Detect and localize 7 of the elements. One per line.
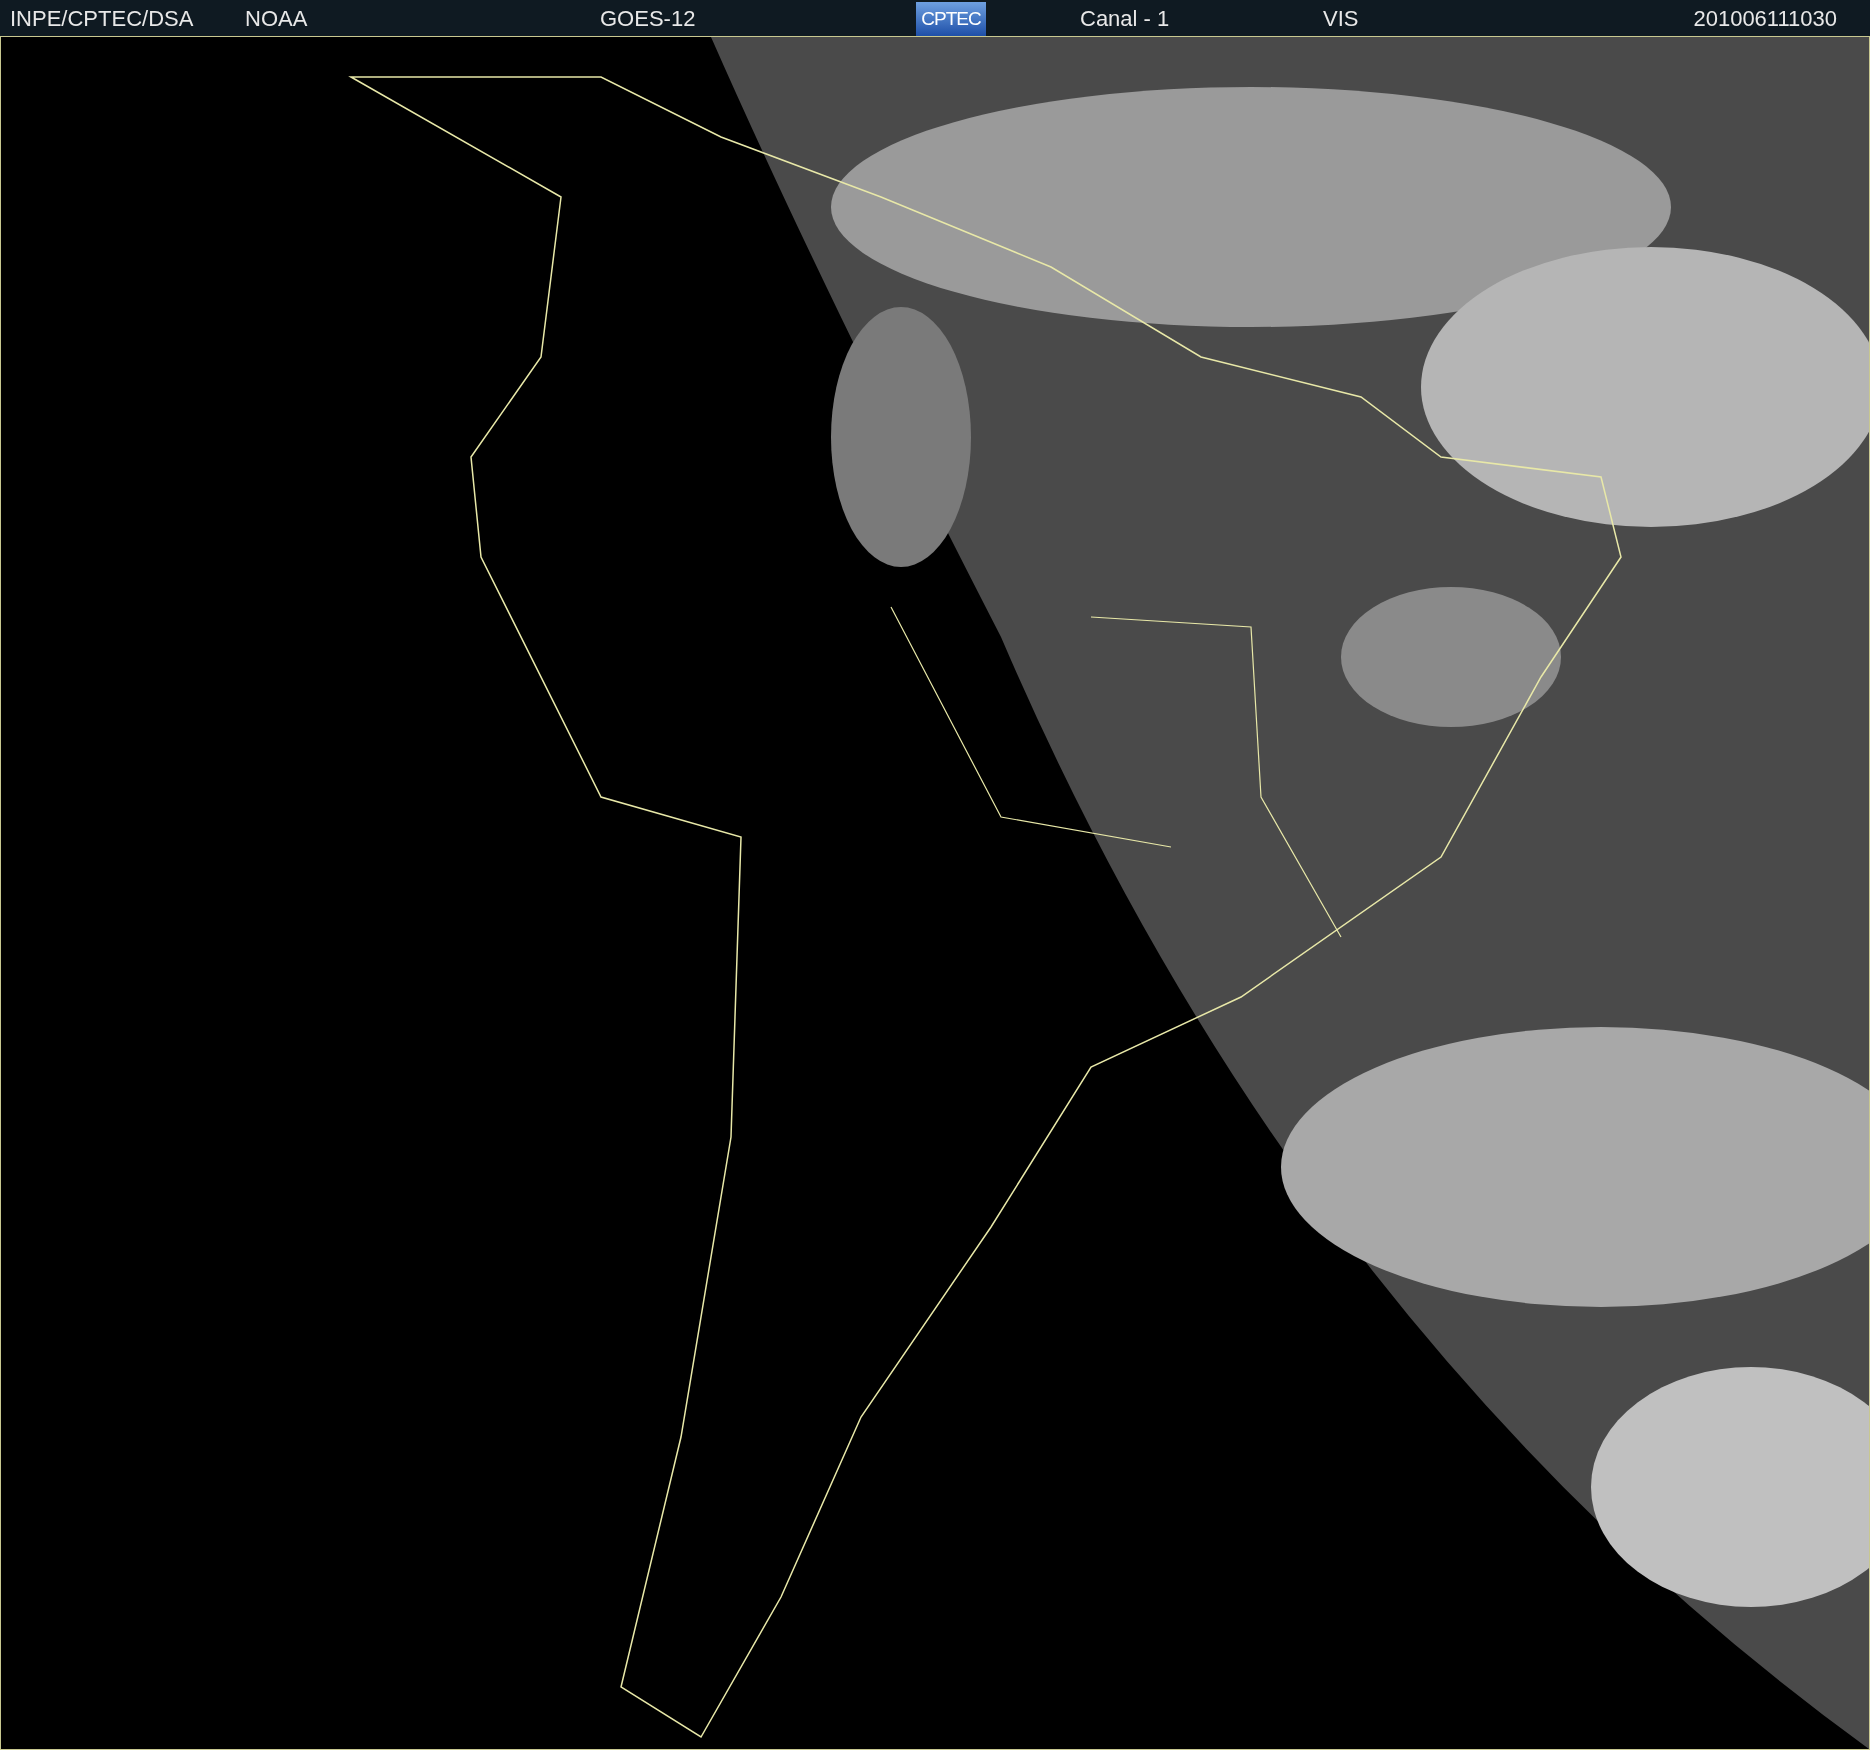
source-label: INPE/CPTEC/DSA [10,5,194,31]
satellite-label: GOES-12 [600,5,696,31]
band-label: VIS [1323,5,1359,31]
channel-label: Canal - 1 [1080,5,1170,31]
timestamp-label: 201006111030 [1693,5,1837,31]
agency-label: NOAA [245,5,308,31]
logo: CPTEC [916,1,986,36]
